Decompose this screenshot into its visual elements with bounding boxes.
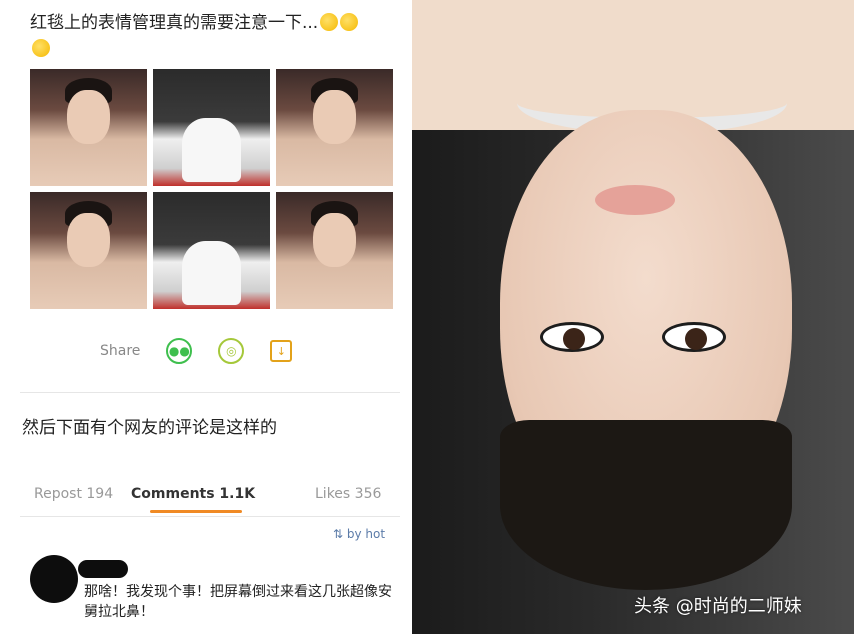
photo-thumbnail-1[interactable]: [30, 69, 147, 186]
caption-text: 然后下面有个网友的评论是这样的: [22, 418, 277, 438]
photo-thumbnail-4[interactable]: [30, 192, 147, 309]
divider: [20, 392, 400, 393]
photo-thumbnail-5[interactable]: [153, 192, 270, 309]
comment-text: 那啥！我发现个事！把屏幕倒过来看这几张超像安舅拉北鼻！: [84, 584, 392, 620]
share-row: Share ●● ◎ ↓: [100, 336, 320, 366]
sort-label: by hot: [346, 527, 386, 541]
left-eye: [540, 322, 604, 352]
save-image-icon[interactable]: ↓: [270, 340, 293, 362]
hair: [500, 420, 792, 590]
drooling-face-emoji-2: [340, 13, 359, 31]
sort-by-hot[interactable]: ⇅ by hot: [333, 527, 385, 541]
lips: [595, 185, 675, 215]
drooling-face-emoji-3: [32, 39, 50, 57]
photo-grid: [30, 69, 393, 309]
redacted-username: [78, 560, 128, 578]
watermark: 头条 @时尚的二师妹: [634, 596, 802, 617]
post-text: 红毯上的表情管理真的需要注意一下...: [30, 10, 380, 62]
tab-likes[interactable]: Likes 356: [315, 486, 381, 502]
photo-thumbnail-3[interactable]: [276, 69, 393, 186]
wechat-icon[interactable]: ●●: [166, 338, 193, 364]
post-body: 红毯上的表情管理真的需要注意一下...: [30, 13, 319, 33]
upside-down-portrait-photo: 头条 @时尚的二师妹: [412, 0, 854, 634]
avatar[interactable]: [30, 555, 78, 603]
comment-tabs: Repost 194 Comments 1.1K Likes 356: [20, 480, 400, 513]
active-tab-underline: [150, 510, 242, 513]
sort-icon: ⇅: [333, 527, 344, 541]
tab-comments[interactable]: Comments 1.1K: [131, 486, 255, 502]
photo-thumbnail-6[interactable]: [276, 192, 393, 309]
photo-thumbnail-2[interactable]: [153, 69, 270, 186]
moments-icon[interactable]: ◎: [218, 338, 245, 364]
weibo-post-screenshot: 红毯上的表情管理真的需要注意一下... Share ●● ◎ ↓ 然后下面有个网…: [0, 0, 410, 634]
tab-repost[interactable]: Repost 194: [34, 486, 113, 502]
drooling-face-emoji-1: [320, 13, 339, 31]
share-label: Share: [100, 343, 141, 359]
divider: [20, 516, 400, 517]
right-eye: [662, 322, 726, 352]
